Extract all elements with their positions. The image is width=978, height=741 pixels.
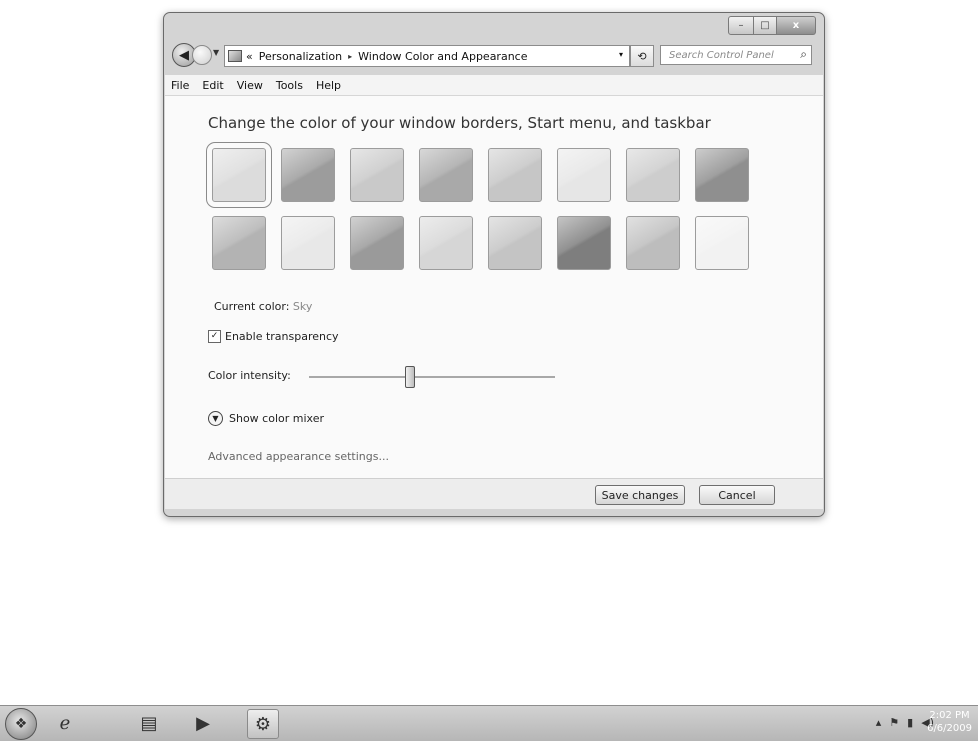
color-swatch[interactable]: [281, 148, 335, 202]
color-swatch[interactable]: [695, 216, 749, 270]
folder-icon: ▤: [140, 712, 158, 734]
breadcrumb-window-color[interactable]: Window Color and Appearance: [358, 50, 527, 63]
recent-pages-dropdown-icon[interactable]: ▼: [213, 48, 219, 57]
action-center-icon[interactable]: ⚑: [889, 716, 899, 729]
save-button[interactable]: Save changes: [595, 485, 685, 505]
cancel-button[interactable]: Cancel: [699, 485, 775, 505]
menu-bar: File Edit View Tools Help: [165, 75, 823, 96]
menu-help[interactable]: Help: [310, 79, 348, 92]
show-hidden-icons-icon[interactable]: ▴: [876, 716, 882, 729]
taskbar: ❖ ℯ ▤ ▶ ⚙ ▴ ⚑ ▮ ◀) 2:02 PM 6/6/2009: [0, 705, 978, 741]
address-dropdown-icon[interactable]: ▾: [619, 50, 623, 59]
address-overflow[interactable]: «: [246, 50, 253, 63]
menu-edit[interactable]: Edit: [196, 79, 230, 92]
menu-tools[interactable]: Tools: [270, 79, 310, 92]
color-swatch[interactable]: [488, 148, 542, 202]
color-swatch[interactable]: [626, 216, 680, 270]
transparency-label[interactable]: Enable transparency: [225, 330, 339, 343]
chevron-down-icon[interactable]: ▼: [208, 411, 223, 426]
advanced-appearance-link[interactable]: Advanced appearance settings...: [208, 450, 389, 463]
media-player-icon: ▶: [196, 712, 210, 734]
search-input[interactable]: Search Control Panel ⌕: [660, 45, 812, 65]
address-bar[interactable]: « Personalization ▸ Window Color and App…: [224, 45, 630, 67]
color-swatch[interactable]: [350, 148, 404, 202]
clock[interactable]: 2:02 PM 6/6/2009: [927, 709, 972, 735]
media-player-button[interactable]: ▶: [188, 709, 218, 737]
intensity-label: Color intensity:: [208, 369, 291, 382]
navigation-bar: ◀ ▼ « Personalization ▸ Window Color and…: [170, 41, 814, 71]
color-swatch[interactable]: [206, 142, 272, 208]
color-swatch[interactable]: [212, 216, 266, 270]
menu-view[interactable]: View: [231, 79, 270, 92]
clock-time: 2:02 PM: [929, 710, 970, 721]
intensity-slider[interactable]: [309, 366, 555, 388]
color-swatch-grid: [206, 142, 772, 270]
search-icon[interactable]: ⌕: [800, 47, 807, 62]
color-swatch[interactable]: [350, 216, 404, 270]
current-color: Current color: Sky: [214, 300, 312, 313]
breadcrumb-personalization[interactable]: Personalization: [259, 50, 342, 63]
control-panel-taskbar-button[interactable]: ⚙: [247, 709, 279, 739]
internet-explorer-icon: ℯ: [59, 712, 71, 734]
network-icon[interactable]: ▮: [907, 716, 913, 729]
windows-logo-icon: ❖: [14, 716, 28, 732]
internet-explorer-button[interactable]: ℯ: [50, 709, 80, 737]
refresh-icon: ⟲: [637, 49, 647, 63]
explorer-button[interactable]: ▤: [134, 709, 164, 737]
notification-area: ▴ ⚑ ▮ ◀): [876, 716, 934, 729]
search-placeholder: Search Control Panel: [669, 49, 774, 61]
color-swatch[interactable]: [488, 216, 542, 270]
intensity-slider-thumb[interactable]: [404, 366, 415, 388]
color-swatch[interactable]: [281, 216, 335, 270]
color-swatch[interactable]: [419, 216, 473, 270]
current-color-label: Current color:: [214, 300, 290, 313]
window-color-appearance-window: – □ x ◀ ▼ « Personalization ▸ Window Col…: [163, 12, 825, 517]
start-button[interactable]: ❖: [5, 708, 37, 740]
page-title: Change the color of your window borders,…: [208, 114, 711, 132]
control-panel-icon: [228, 50, 242, 62]
transparency-option: ✓ Enable transparency: [208, 330, 339, 343]
control-panel-icon: ⚙: [254, 713, 272, 735]
transparency-checkbox[interactable]: ✓: [208, 330, 221, 343]
content-pane: Change the color of your window borders,…: [165, 96, 823, 478]
back-arrow-icon: ◀: [179, 47, 189, 63]
button-footer: Save changes Cancel: [165, 478, 823, 509]
forward-button[interactable]: [192, 45, 212, 65]
close-button[interactable]: x: [777, 16, 816, 35]
breadcrumb-separator-icon[interactable]: ▸: [348, 52, 352, 61]
maximize-button[interactable]: □: [754, 16, 777, 35]
current-color-value: Sky: [292, 300, 313, 313]
color-mixer-toggle[interactable]: ▼ Show color mixer: [208, 411, 324, 426]
clock-date: 6/6/2009: [927, 723, 972, 734]
refresh-button[interactable]: ⟲: [630, 45, 654, 67]
minimize-button[interactable]: –: [728, 16, 754, 35]
color-swatch[interactable]: [557, 148, 611, 202]
color-swatch[interactable]: [695, 148, 749, 202]
color-swatch[interactable]: [626, 148, 680, 202]
color-mixer-label[interactable]: Show color mixer: [229, 412, 324, 425]
menu-file[interactable]: File: [165, 79, 196, 92]
caption-buttons: – □ x: [728, 16, 816, 35]
color-swatch[interactable]: [419, 148, 473, 202]
color-swatch[interactable]: [557, 216, 611, 270]
